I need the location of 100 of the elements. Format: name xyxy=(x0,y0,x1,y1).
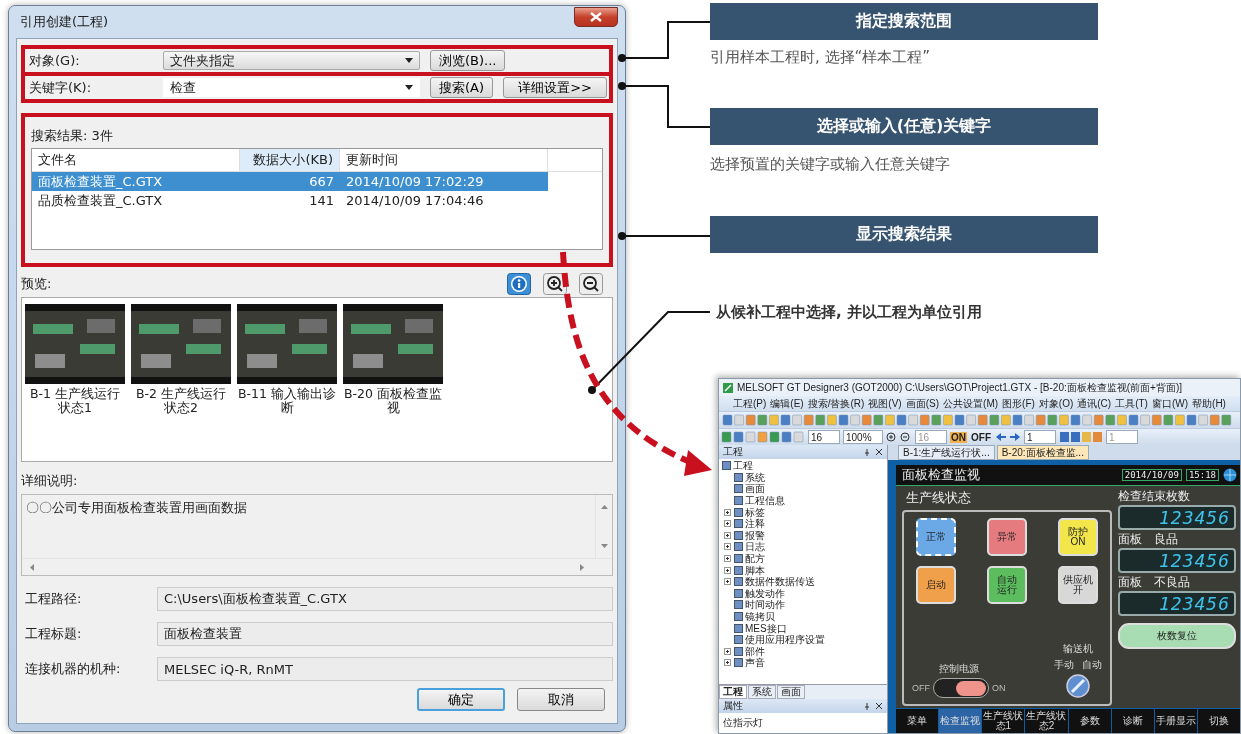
menu-item[interactable]: 搜索/替换(R) xyxy=(807,396,865,411)
panel-tab[interactable]: 工程 xyxy=(719,685,747,699)
menu-item[interactable]: 对象(O) xyxy=(1038,396,1074,411)
arrows-icon[interactable] xyxy=(995,431,1021,443)
on-button[interactable]: ON xyxy=(950,431,967,443)
expand-icon[interactable] xyxy=(724,508,732,516)
tree-item[interactable]: 工程信息 xyxy=(745,495,785,507)
info-icon[interactable] xyxy=(507,273,531,295)
close-button[interactable] xyxy=(574,7,618,27)
keyword-combobox[interactable]: 检查 xyxy=(163,78,420,97)
target-dropdown[interactable]: 文件夹指定 xyxy=(163,51,420,70)
screen-tab[interactable]: 手册显示 xyxy=(1154,709,1197,733)
font-size-dropdown[interactable]: 16 xyxy=(808,430,840,444)
expand-icon[interactable] xyxy=(724,566,732,574)
expand-icon[interactable] xyxy=(724,543,732,551)
tree-item[interactable]: 报警 xyxy=(745,529,765,541)
selector-knob-icon[interactable] xyxy=(1066,674,1090,698)
expand-icon[interactable] xyxy=(724,555,732,563)
tree-item[interactable]: 工程 xyxy=(733,460,753,472)
scroll-down-icon[interactable] xyxy=(600,544,608,548)
toolbar-icons-drawing[interactable] xyxy=(1059,431,1103,443)
expand-icon[interactable] xyxy=(724,531,732,539)
expand-icon[interactable] xyxy=(724,647,732,655)
counter-label: 面板 良品 xyxy=(1118,531,1179,548)
screen-tab[interactable]: 生产线状态1 xyxy=(982,709,1025,733)
scroll-right-icon[interactable] xyxy=(580,563,584,571)
panel-tab[interactable]: 画面 xyxy=(777,685,805,699)
tree-item[interactable]: 配方 xyxy=(745,553,765,565)
toggle-switch[interactable] xyxy=(933,678,989,698)
tree-item[interactable]: 触发动作 xyxy=(745,587,785,599)
menu-item[interactable]: 帮助(H) xyxy=(1192,396,1226,411)
document-tab[interactable]: B-1:生产线运行状... xyxy=(898,445,995,460)
scroll-left-icon[interactable] xyxy=(30,563,34,571)
detail-settings-button[interactable]: 详细设置>> xyxy=(503,77,608,98)
step-dropdown[interactable]: 1 xyxy=(1024,430,1056,444)
tree-item[interactable]: MES接口 xyxy=(745,622,787,634)
callout-title: 指定搜索范围 xyxy=(710,3,1098,40)
menu-item[interactable]: 画面(S) xyxy=(905,396,940,411)
lamp-button[interactable]: 启动 xyxy=(916,566,956,604)
screen-tab[interactable]: 菜单 xyxy=(896,709,939,733)
screen-tab[interactable]: 参数 xyxy=(1068,709,1111,733)
screen-tab[interactable]: 检查监视 xyxy=(939,709,982,733)
off-button[interactable]: OFF xyxy=(970,431,992,443)
dialog-button[interactable]: 取消 xyxy=(517,688,605,711)
expand-icon[interactable] xyxy=(724,578,732,586)
tree-item[interactable]: 日志 xyxy=(745,541,765,553)
document-tab[interactable]: B-20:面板检查监... xyxy=(996,445,1089,460)
menu-item[interactable]: 视图(V) xyxy=(868,396,902,411)
tree-item[interactable]: 脚本 xyxy=(745,564,765,576)
panel-tab[interactable]: 系统 xyxy=(748,685,776,699)
tree-item[interactable]: 画面 xyxy=(745,483,765,495)
expand-icon[interactable] xyxy=(724,520,732,528)
browse-button[interactable]: 浏览(B)... xyxy=(430,50,506,71)
zoom-out-icon[interactable] xyxy=(579,273,603,295)
file-name: 品质检查装置_C.GTX xyxy=(37,191,164,210)
lamp-button[interactable]: 供应机 开 xyxy=(1058,566,1098,604)
tree-item[interactable]: 标签 xyxy=(745,506,765,518)
column-header[interactable]: 更新时间 xyxy=(340,149,548,171)
tree-item[interactable]: 数据件数据传送 xyxy=(745,576,815,588)
scroll-up-icon[interactable] xyxy=(600,505,608,509)
tree-item[interactable]: 镜拷贝 xyxy=(745,611,775,622)
screen-tab[interactable]: 诊断 xyxy=(1111,709,1154,733)
screen-thumbnail[interactable] xyxy=(131,304,231,384)
dropdown-arrow-icon xyxy=(405,85,413,90)
readonly-field: C:\Users\面板检查装置_C.GTX xyxy=(157,587,613,611)
tree-item[interactable]: 系统 xyxy=(745,471,765,483)
zoom-dropdown[interactable]: 100% xyxy=(843,430,883,444)
tree-item[interactable]: 时间动作 xyxy=(745,599,785,611)
screen-thumbnail[interactable] xyxy=(343,304,443,384)
dialog-button[interactable]: 确定 xyxy=(417,688,505,711)
pin-close-icon[interactable] xyxy=(865,448,883,456)
property-value: 位指示灯 xyxy=(722,716,764,730)
screen-tab[interactable]: 切换 xyxy=(1197,709,1240,733)
time-display: 15:18 xyxy=(1185,469,1219,481)
lamp-button[interactable]: 正常 xyxy=(916,518,956,556)
toolbar-icons-drawing[interactable] xyxy=(719,430,805,444)
pin-close-icon[interactable] xyxy=(865,702,883,710)
tree-item[interactable]: 声音 xyxy=(745,657,765,669)
screen-tab[interactable]: 生产线状态2 xyxy=(1025,709,1068,733)
reset-button[interactable]: 枚数复位 xyxy=(1118,623,1236,649)
result-row[interactable]: 品质检查装置_C.GTX 141 2014/10/09 17:04:46 xyxy=(32,191,548,210)
menu-item[interactable]: 公共设置(M) xyxy=(943,396,999,411)
menu-item[interactable]: 工程(P) xyxy=(733,396,767,411)
menu-item[interactable]: 编辑(E) xyxy=(770,396,804,411)
menu-item[interactable]: 通讯(C) xyxy=(1077,396,1112,411)
lamp-button[interactable]: 异常 xyxy=(987,518,1027,556)
menu-item[interactable]: 图形(F) xyxy=(1002,396,1035,411)
lamp-button[interactable]: 防护 ON xyxy=(1058,518,1098,556)
expand-icon[interactable] xyxy=(724,659,732,667)
screen-thumbnail[interactable] xyxy=(237,304,337,384)
screen-thumbnail[interactable] xyxy=(25,304,125,384)
menu-item[interactable]: 工具(T) xyxy=(1115,396,1148,411)
tree-item[interactable]: 使用应用程序设置 xyxy=(745,634,825,646)
column-header[interactable]: 数据大小(KB) xyxy=(240,149,340,171)
tree-item[interactable]: 部件 xyxy=(745,645,765,657)
menu-item[interactable]: 窗口(W) xyxy=(1151,396,1189,411)
lamp-button[interactable]: 自动 运行 xyxy=(987,566,1027,604)
tree-item[interactable]: 注释 xyxy=(745,518,765,530)
search-button[interactable]: 搜索(A) xyxy=(430,77,494,98)
zoom-buttons-icon[interactable] xyxy=(886,431,912,443)
